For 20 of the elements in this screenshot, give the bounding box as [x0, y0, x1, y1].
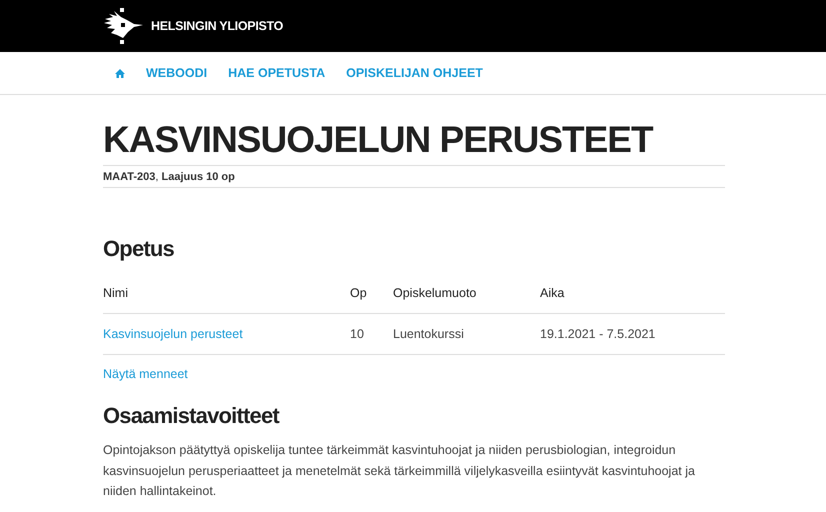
table-cell: 19.1.2021 - 7.5.2021 [540, 314, 725, 354]
nav-link[interactable]: OPISKELIJAN OHJEET [346, 66, 483, 80]
nav-link[interactable]: HAE OPETUSTA [228, 66, 326, 80]
section-heading: Osaamistavoitteet [103, 402, 280, 430]
outcomes-text: Opintojakson päätyttyä opiskelija tuntee tärkeimmät kasvintuhoojat ja niiden perusbiologian, integroidun kasvinsuojelun perusperiaatteet ja menetelmät sekä tärkeimmillä viljelykasveilla esiintyvät kasvintuhoojat ja niiden hallintakeinot. [103, 442, 696, 500]
home-icon[interactable] [115, 68, 125, 78]
table-cell: 10 [350, 314, 393, 354]
course-link[interactable]: Kasvinsuojelun perusteet [103, 327, 243, 341]
course-title: KASVINSUOJELUN PERUSTEET [103, 118, 654, 162]
column-header: Op [350, 273, 393, 314]
section-heading: Opetus [103, 235, 175, 263]
column-header: Opiskelumuoto [393, 273, 540, 314]
table-cell: Luentokurssi [393, 314, 540, 354]
column-header: Nimi [103, 273, 350, 314]
flame-logo-icon [103, 8, 143, 44]
university-name: HELSINGIN YLIOPISTO [151, 19, 284, 33]
column-header: Aika [540, 273, 725, 314]
course-meta: MAAT-203, Laajuus 10 op [103, 165, 725, 188]
show-past-link[interactable]: Näytä menneet [103, 367, 188, 381]
nav-link[interactable]: WEBOODI [146, 66, 208, 80]
